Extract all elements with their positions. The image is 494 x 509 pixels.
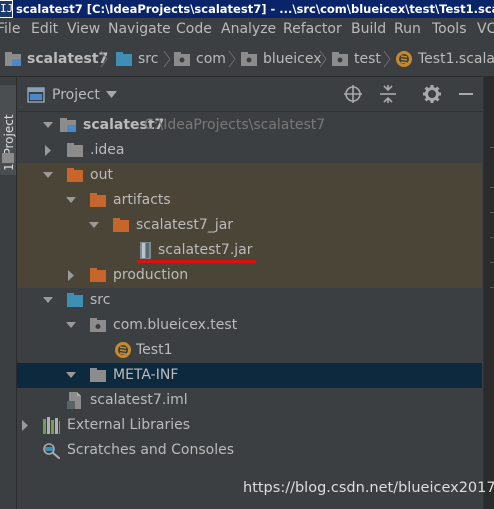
project-view-icon <box>27 87 45 103</box>
menu-code[interactable]: Code <box>176 21 212 37</box>
tree-item-iml[interactable]: scalatest7.iml <box>17 388 482 413</box>
tree-item-label: src <box>90 292 111 308</box>
breadcrumb-separator-icon <box>163 50 171 68</box>
tree-item-production[interactable]: production <box>17 263 482 288</box>
expanded-arrow-icon[interactable] <box>87 213 101 238</box>
tree-item-label: .idea <box>90 142 125 158</box>
hide-panel-icon[interactable] <box>457 85 475 103</box>
breadcrumb-item-src[interactable]: src <box>115 50 158 68</box>
app-icon: IJ <box>0 1 14 17</box>
project-panel-header: Project <box>17 77 482 112</box>
tree-item-artifacts[interactable]: artifacts <box>17 188 482 213</box>
tree-item-meta-inf[interactable]: META-INF <box>17 363 482 388</box>
tree-item-label: scalatest7.jar <box>158 242 253 258</box>
breadcrumb-separator-icon <box>319 50 327 68</box>
project-panel-title: Project <box>52 87 100 103</box>
watermark: https://blog.csdn.net/blueicex2017 <box>243 480 494 496</box>
package-icon <box>174 52 190 66</box>
breadcrumb-item-blueicex[interactable]: blueicex <box>240 50 322 68</box>
tool-window-strip: 1: Project <box>0 77 17 509</box>
tree-item-label: artifacts <box>113 192 171 208</box>
tree-item-out[interactable]: out <box>17 163 482 188</box>
scala-object-icon <box>115 342 131 358</box>
tree-item-label: scalatest7_jar <box>136 217 234 233</box>
menu-navigate[interactable]: Navigate <box>108 21 171 37</box>
excluded-folder-icon <box>90 193 106 207</box>
expanded-arrow-icon[interactable] <box>41 113 55 138</box>
tree-item-package[interactable]: com.blueicex.test <box>17 313 482 338</box>
breadcrumb-item-test[interactable]: test <box>331 50 381 68</box>
menu-analyze[interactable]: Analyze <box>221 21 276 37</box>
tree-item-label: Scratches and Consoles <box>67 442 234 458</box>
scala-object-icon <box>396 51 412 67</box>
red-underline-annotation <box>137 260 256 263</box>
excluded-folder-icon <box>67 168 83 182</box>
collapsed-arrow-icon[interactable] <box>18 413 32 438</box>
tree-item-label: Test1 <box>136 342 173 358</box>
expanded-arrow-icon[interactable] <box>64 313 78 338</box>
breadcrumb-item-project[interactable]: scalatest7 <box>4 50 108 68</box>
menu-edit[interactable]: Edit <box>31 21 58 37</box>
excluded-folder-icon <box>90 268 106 282</box>
folder-icon <box>67 143 83 157</box>
tree-item-label: External Libraries <box>67 417 190 433</box>
collapsed-arrow-icon[interactable] <box>64 263 78 288</box>
project-folder-icon <box>60 118 76 132</box>
collapse-all-icon[interactable] <box>379 85 397 103</box>
tree-item-label: production <box>113 267 189 283</box>
breadcrumb-separator-icon <box>100 50 108 68</box>
tree-item-label: META-INF <box>113 367 179 383</box>
window-title: scalatest7 [C:\IdeaProjects\scalatest7] … <box>13 0 494 18</box>
menu-run[interactable]: Run <box>394 21 421 37</box>
tree-item-label: com.blueicex.test <box>113 317 238 333</box>
source-folder-icon <box>116 52 132 66</box>
tree-item-idea[interactable]: .idea <box>17 138 482 163</box>
tree-item-scratches[interactable]: Scratches and Consoles <box>17 438 482 463</box>
tree-item-test1[interactable]: Test1 <box>17 338 482 363</box>
menu-view[interactable]: View <box>67 21 100 37</box>
menu-refactor[interactable]: Refactor <box>283 21 342 37</box>
breadcrumb: scalatest7 src com blueicex test Test1.s… <box>0 42 494 77</box>
tree-item-path: C:\IdeaProjects\scalatest7 <box>144 117 326 133</box>
locate-target-icon[interactable] <box>344 85 362 103</box>
expanded-arrow-icon[interactable] <box>64 188 78 213</box>
breadcrumb-separator-icon <box>228 50 236 68</box>
source-folder-icon <box>67 293 83 307</box>
editor-gutter-edge <box>483 77 494 509</box>
breadcrumb-separator-icon <box>383 50 391 68</box>
menu-build[interactable]: Build <box>351 21 386 37</box>
tree-item-src[interactable]: src <box>17 288 482 313</box>
tool-window-icon <box>2 153 14 163</box>
tree-item-label: out <box>90 167 113 183</box>
menu-vcs[interactable]: VC <box>477 21 494 37</box>
excluded-folder-icon <box>113 218 129 232</box>
tree-item-scalatest7-jar-folder[interactable]: scalatest7_jar <box>17 213 482 238</box>
package-icon <box>90 318 106 332</box>
breadcrumb-item-test1-scala[interactable]: Test1.scala <box>395 50 494 68</box>
tree-item-root[interactable]: scalatest7 C:\IdeaProjects\scalatest7 <box>17 113 482 138</box>
menu-bar: File Edit View Navigate Code Analyze Ref… <box>0 18 494 42</box>
expanded-arrow-icon[interactable] <box>64 363 78 388</box>
project-folder-icon <box>5 52 21 66</box>
menu-file[interactable]: File <box>0 21 20 37</box>
package-icon <box>241 52 257 66</box>
collapsed-arrow-icon[interactable] <box>41 138 55 163</box>
window-title-bar: IJ scalatest7 [C:\IdeaProjects\scalatest… <box>0 0 494 18</box>
library-books-icon <box>43 417 60 434</box>
folder-icon <box>90 368 106 382</box>
tree-item-external-libraries[interactable]: External Libraries <box>17 413 482 438</box>
module-file-icon <box>67 392 81 409</box>
chevron-down-icon[interactable] <box>106 91 117 98</box>
gear-icon[interactable] <box>423 85 441 103</box>
expanded-arrow-icon[interactable] <box>41 288 55 313</box>
jar-archive-icon <box>140 242 151 259</box>
package-icon <box>332 52 348 66</box>
breadcrumb-item-com[interactable]: com <box>173 50 226 68</box>
scratches-icon <box>43 443 60 459</box>
expanded-arrow-icon[interactable] <box>41 163 55 188</box>
tree-item-label: scalatest7.iml <box>90 392 188 408</box>
menu-tools[interactable]: Tools <box>432 21 467 37</box>
